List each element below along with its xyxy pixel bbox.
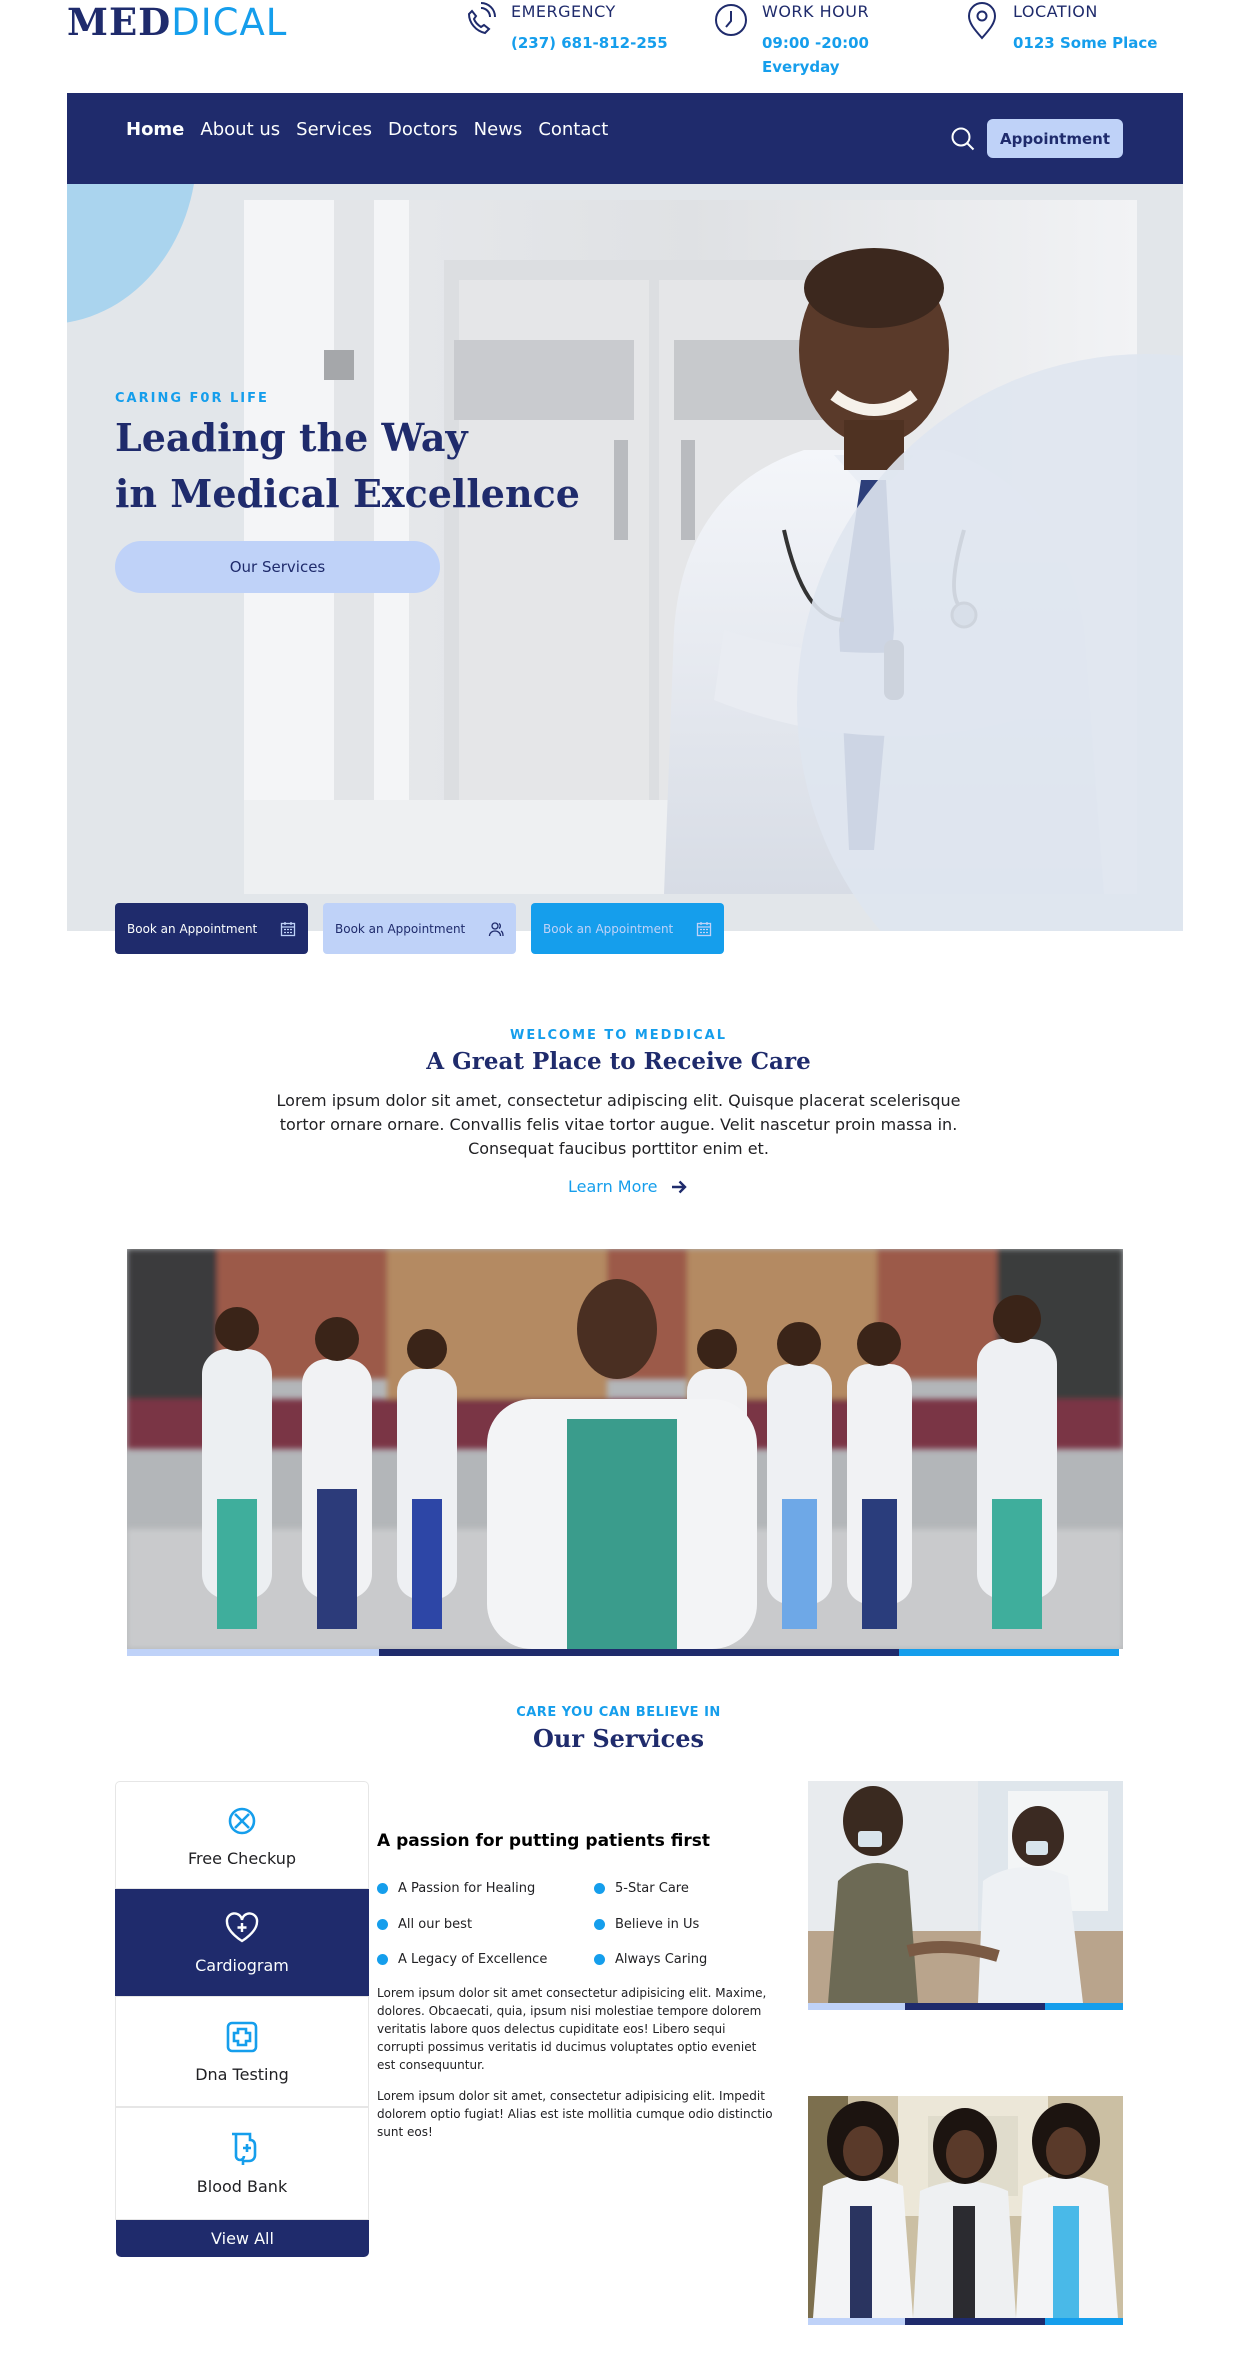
feature-label: 5-Star Care — [615, 1881, 689, 1896]
stripe-dark — [379, 1649, 899, 1656]
nav-link-about[interactable]: About us — [200, 119, 280, 140]
feature-item: A Passion for Healing — [377, 1881, 535, 1896]
services-subtitle: CARE YOU CAN BELIEVE IN — [516, 1705, 721, 1720]
service-cardiogram[interactable]: Cardiogram — [115, 1889, 369, 1996]
bullet-dot — [377, 1954, 388, 1965]
nav-link-news[interactable]: News — [474, 119, 523, 140]
stripe-light — [808, 2003, 905, 2010]
logo-part-med: MED — [67, 0, 172, 44]
stripe-light — [808, 2318, 905, 2325]
welcome-text: Lorem ipsum dolor sit amet, consectetur … — [276, 1091, 961, 1158]
location-pin-icon — [967, 2, 997, 40]
emergency-label: EMERGENCY — [511, 2, 616, 21]
stripe-accent — [899, 1649, 1119, 1656]
nav-link-doctors[interactable]: Doctors — [388, 119, 458, 140]
medical-team-image — [127, 1249, 1123, 1649]
hero-title-line2: in Medical Excellence — [115, 471, 580, 516]
welcome-subtitle: WELCOME TO MEDDICAL — [509, 1028, 727, 1043]
appointment-button[interactable]: Appointment — [987, 119, 1123, 158]
calendar-icon — [280, 921, 296, 936]
nav-link-services[interactable]: Services — [296, 119, 372, 140]
bullet-dot — [594, 1954, 605, 1965]
patient-care-image — [808, 1781, 1123, 2003]
hero-section: CARING F0R LIFE Leading the Way in Medic… — [67, 184, 1183, 931]
stripe-dark — [905, 2318, 1045, 2325]
service-label: Free Checkup — [187, 1848, 297, 1868]
workhour-label: WORK HOUR — [762, 2, 870, 21]
feature-label: A Legacy of Excellence — [398, 1952, 548, 1967]
hero-title-line1: Leading the Way — [115, 415, 468, 460]
book-appointment-label: Book an Appointment — [543, 921, 674, 936]
logo[interactable]: MEDDICAL — [67, 0, 287, 45]
stethoscope-icon — [228, 1807, 256, 1834]
clock-icon — [715, 4, 747, 36]
main-navigation: Home About us Services Doctors News Cont… — [67, 93, 1183, 184]
welcome-title: A Great Place to Receive Care — [426, 1048, 811, 1075]
learn-more-link[interactable]: Learn More — [568, 1177, 688, 1196]
feature-item: Believe in Us — [594, 1917, 699, 1932]
view-all-button[interactable]: View All — [116, 2220, 369, 2257]
services-paragraph-2: Lorem ipsum dolor sit amet, consectetur … — [377, 2089, 773, 2139]
learn-more-label: Learn More — [568, 1177, 658, 1196]
stripe-light — [127, 1649, 379, 1656]
book-appointment-button-3[interactable]: Book an Appointment — [531, 903, 724, 954]
book-appointment-button-1[interactable]: Book an Appointment — [115, 903, 308, 954]
emergency-phone[interactable]: (237) 681-812-255 — [511, 31, 668, 55]
feature-item: Always Caring — [594, 1952, 707, 1967]
book-appointment-button-2[interactable]: Book an Appointment — [323, 903, 516, 954]
stripe-accent — [1045, 2318, 1123, 2325]
bullet-dot — [594, 1919, 605, 1930]
feature-label: Always Caring — [615, 1952, 708, 1967]
service-free-checkup[interactable]: Free Checkup — [115, 1781, 369, 1889]
workhour-value: 09:00 -20:00 Everyday — [762, 34, 869, 76]
feature-item: A Legacy of Excellence — [377, 1952, 547, 1967]
emergency-info: EMERGENCY (237) 681-812-255 — [463, 0, 668, 55]
arrow-right-icon — [672, 1180, 688, 1193]
hero-subtitle: CARING F0R LIFE — [115, 391, 269, 406]
service-label: Dna Testing — [195, 2065, 289, 2084]
location-label: LOCATION — [1013, 2, 1098, 21]
medical-cross-icon — [226, 2021, 258, 2053]
services-paragraph-1: Lorem ipsum dolor sit amet consectetur a… — [377, 1986, 767, 2072]
bullet-dot — [377, 1883, 388, 1894]
service-blood-bank[interactable]: Blood Bank — [115, 2107, 369, 2220]
services-heading: A passion for putting patients first — [377, 1831, 711, 1851]
nav-link-home[interactable]: Home — [126, 119, 184, 140]
location-info: LOCATION 0123 Some Place — [965, 0, 1157, 55]
book-appointment-label: Book an Appointment — [127, 921, 258, 936]
hero-title: Leading the Way in Medical Excellence — [115, 410, 580, 522]
doctors-group-image — [808, 2096, 1123, 2318]
bullet-dot — [594, 1883, 605, 1894]
calendar-icon — [696, 921, 712, 936]
user-group-icon — [488, 921, 504, 936]
feature-label: All our best — [398, 1917, 473, 1932]
logo-part-dical: DICAL — [171, 1, 288, 44]
service-dna-testing[interactable]: Dna Testing — [115, 1996, 369, 2107]
nav-link-contact[interactable]: Contact — [538, 119, 608, 140]
stripe-accent — [1045, 2003, 1123, 2010]
service-label: Cardiogram — [195, 1956, 289, 1975]
services-title: Our Services — [532, 1724, 705, 1753]
book-appointment-label: Book an Appointment — [335, 921, 466, 936]
stripe-dark — [905, 2003, 1045, 2010]
feature-label: A Passion for Healing — [398, 1881, 536, 1896]
search-icon[interactable] — [950, 126, 976, 152]
feature-label: Believe in Us — [615, 1917, 700, 1932]
heart-pulse-icon — [225, 1912, 259, 1943]
our-services-button[interactable]: Our Services — [115, 541, 440, 593]
feature-item: 5-Star Care — [594, 1881, 689, 1896]
bullet-dot — [377, 1919, 388, 1930]
hero-decor-blob — [67, 184, 197, 324]
location-value: 0123 Some Place — [1013, 34, 1158, 52]
workhour-info: WORK HOUR 09:00 -20:00 Everyday — [714, 0, 872, 79]
blood-bag-icon — [232, 2132, 257, 2165]
service-label: Blood Bank — [196, 2177, 288, 2196]
feature-item: All our best — [377, 1917, 472, 1932]
phone-icon — [467, 2, 496, 35]
